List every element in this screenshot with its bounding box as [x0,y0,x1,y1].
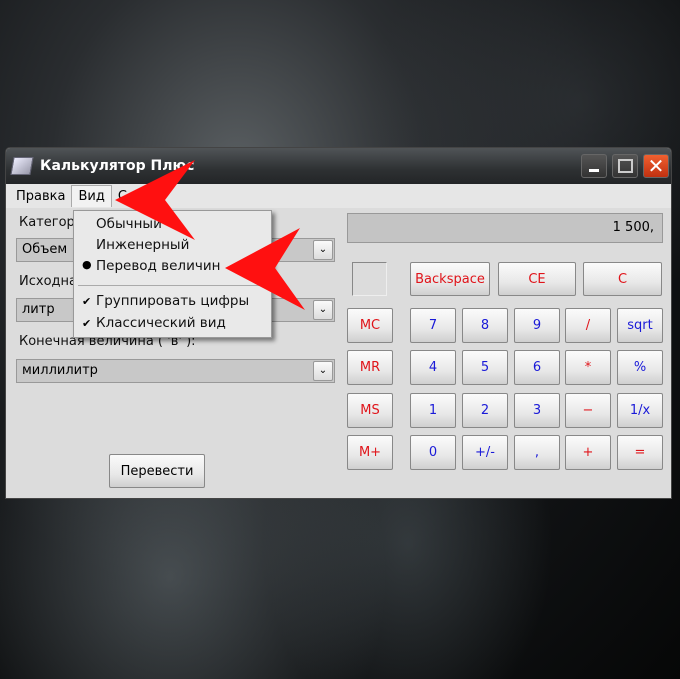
red-arrow-icon [115,160,195,240]
red-arrow-icon [225,228,305,310]
annotation-arrows [115,160,305,310]
